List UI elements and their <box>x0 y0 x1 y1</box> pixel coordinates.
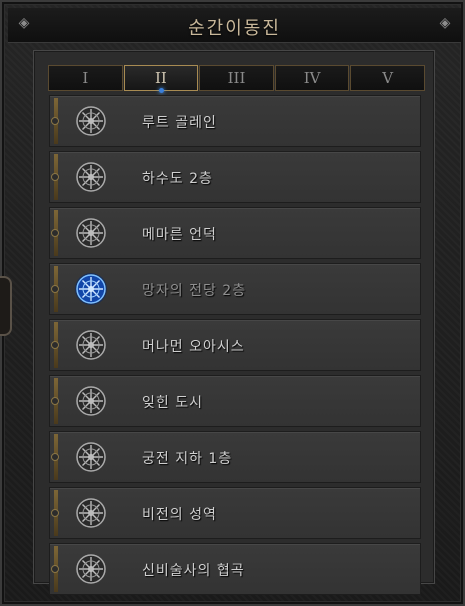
waypoint-label: 궁전 지하 1층 <box>142 451 233 467</box>
waypoint-active-icon <box>75 273 107 305</box>
waypoint-label: 루트 골레인 <box>142 115 217 131</box>
waypoint-label: 하수도 2층 <box>142 171 213 187</box>
waypoint-window: ◈ 순간이동진 ◈ I II III IV V 루트 골레인 하수도 2층 메마… <box>0 0 465 606</box>
waypoint-item[interactable]: 비전의 성역 <box>49 487 421 539</box>
waypoint-icon <box>76 218 106 248</box>
title-bar: ◈ 순간이동진 ◈ <box>8 8 461 43</box>
waypoint-item[interactable]: 머나먼 오아시스 <box>49 319 421 371</box>
waypoint-item[interactable]: 신비술사의 협곡 <box>49 543 421 595</box>
tab-act-2[interactable]: II <box>123 65 199 93</box>
waypoint-label: 잊힌 도시 <box>142 395 203 411</box>
rail-ornament <box>51 210 59 256</box>
tab-act-3[interactable]: III <box>199 65 274 91</box>
waypoint-label: 메마른 언덕 <box>142 227 217 243</box>
rail-ornament <box>51 378 59 424</box>
waypoint-item[interactable]: 궁전 지하 1층 <box>49 431 421 483</box>
tab-act-1[interactable]: I <box>48 65 123 91</box>
waypoint-label: 비전의 성역 <box>142 507 217 523</box>
tab-act-4[interactable]: IV <box>274 65 350 91</box>
rail-ornament <box>51 434 59 480</box>
rail-ornament <box>51 154 59 200</box>
waypoint-icon <box>76 386 106 416</box>
tab-act-5[interactable]: V <box>350 65 425 91</box>
waypoint-item[interactable]: 하수도 2층 <box>49 151 421 203</box>
side-ornament <box>0 276 12 336</box>
act-tabs: I II III IV V <box>48 65 426 93</box>
rail-ornament <box>51 322 59 368</box>
rail-ornament <box>51 266 59 312</box>
window-title: 순간이동진 <box>188 18 281 39</box>
waypoint-label: 망자의 전당 2층 <box>142 283 247 299</box>
waypoint-item[interactable]: 메마른 언덕 <box>49 207 421 259</box>
rail-ornament <box>51 546 59 592</box>
waypoint-item-current[interactable]: 망자의 전당 2층 <box>49 263 421 315</box>
waypoint-icon <box>76 498 106 528</box>
waypoint-icon <box>76 106 106 136</box>
waypoint-item[interactable]: 루트 골레인 <box>49 95 421 147</box>
corner-ornament-icon: ◈ <box>439 15 451 31</box>
waypoint-icon <box>76 554 106 584</box>
waypoint-icon <box>76 442 106 472</box>
waypoint-icon <box>76 330 106 360</box>
waypoint-list: 루트 골레인 하수도 2층 메마른 언덕 망자의 전당 2층 머나먼 오아시스 … <box>49 95 421 599</box>
waypoint-label: 머나먼 오아시스 <box>142 339 245 355</box>
waypoint-item[interactable]: 잊힌 도시 <box>49 375 421 427</box>
waypoint-label: 신비술사의 협곡 <box>142 563 245 579</box>
rail-ornament <box>51 98 59 144</box>
waypoint-icon <box>76 162 106 192</box>
rail-ornament <box>51 490 59 536</box>
